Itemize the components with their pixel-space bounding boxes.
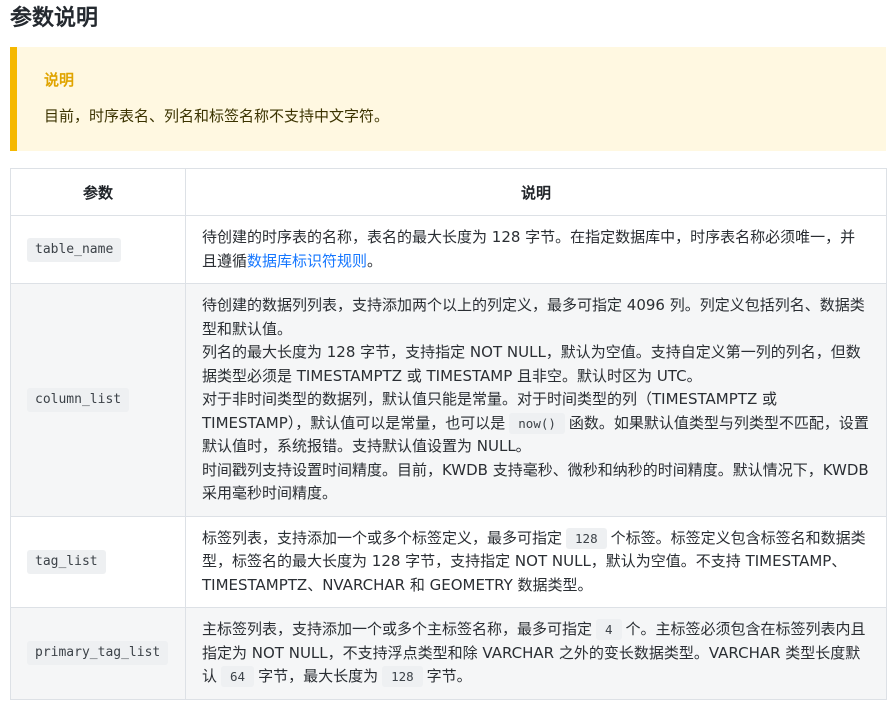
callout-body: 目前，时序表名、列名和标签名称不支持中文字符。 [44, 107, 390, 125]
param-name: table_name [27, 237, 122, 262]
description-cell: 待创建的时序表的名称，表名的最大长度为 128 字节。在指定数据库中，时序表名称… [185, 215, 887, 284]
inline-code: 4 [596, 619, 622, 640]
callout-title: 说明 [44, 71, 75, 89]
description-line: 对于非时间类型的数据列，默认值只能是常量。对于时间类型的列（TIMESTAMPT… [202, 388, 870, 459]
description-text: 主标签列表，支持添加一个或多个主标签名称，最多可指定 [202, 620, 593, 638]
inline-code: now() [509, 412, 565, 434]
param-cell: column_list [10, 283, 186, 517]
param-name: primary_tag_list [27, 641, 169, 666]
table-row: tag_list 标签列表，支持添加一个或多个标签定义，最多可指定 128 个标签。… [10, 515, 887, 608]
param-cell: primary_tag_list [10, 607, 186, 700]
description-cell: 主标签列表，支持添加一个或多个主标签名称，最多可指定 4 个。主标签必须包含在标签列… [185, 607, 887, 700]
param-name: tag_list [27, 549, 106, 574]
description-text: 标签列表，支持添加一个或多个标签定义，最多可指定 [202, 528, 563, 547]
param-name: column_list [27, 387, 130, 412]
description-line: 时间戳列支持设置时间精度。目前，KWDB 支持毫秒、微秒和纳秒的时间精度。默认情… [202, 460, 869, 503]
table-row: table_name 待创建的时序表的名称，表名的最大长度为 128 字节。在指… [10, 215, 887, 284]
table-row: column_list 待创建的数据列列表，支持添加两个以上的列定义，最多可指定… [10, 283, 887, 517]
parameters-table: 参数 说明 table_name 待创建的时序表的名称，表名的最大长度为 128… [10, 168, 887, 700]
header-description: 说明 [185, 168, 887, 216]
description-line: 待创建的数据列列表，支持添加两个以上的列定义，最多可指定 4096 列。列定义包… [202, 296, 865, 338]
table-row: primary_tag_list 主标签列表，支持添加一个或多个主标签名称，最多… [10, 607, 887, 700]
param-cell: table_name [10, 215, 186, 284]
inline-code: 128 [566, 527, 607, 549]
page: 参数说明 说明 目前，时序表名、列名和标签名称不支持中文字符。 参数 说明 ta… [0, 0, 889, 703]
inline-code: 64 [221, 666, 255, 687]
description-text: 。 [367, 251, 383, 270]
inline-code: 128 [382, 666, 423, 687]
identifier-rules-link[interactable]: 数据库标识符规则 [247, 252, 367, 270]
description-line: 列名的最大长度为 128 字节，支持指定 NOT NULL，默认为空值。支持自定… [202, 343, 861, 385]
table-header-row: 参数 说明 [10, 168, 887, 216]
header-param: 参数 [10, 168, 186, 216]
description-text: 字节。 [426, 667, 472, 685]
note-callout: 说明 目前，时序表名、列名和标签名称不支持中文字符。 [10, 47, 886, 151]
section-title: 参数说明 [10, 6, 99, 31]
description-cell: 待创建的数据列列表，支持添加两个以上的列定义，最多可指定 4096 列。列定义包… [185, 283, 887, 517]
description-text: 字节，最大长度为 [258, 667, 379, 685]
description-cell: 标签列表，支持添加一个或多个标签定义，最多可指定 128 个标签。标签定义包含标签名… [185, 515, 887, 608]
param-cell: tag_list [10, 515, 186, 608]
